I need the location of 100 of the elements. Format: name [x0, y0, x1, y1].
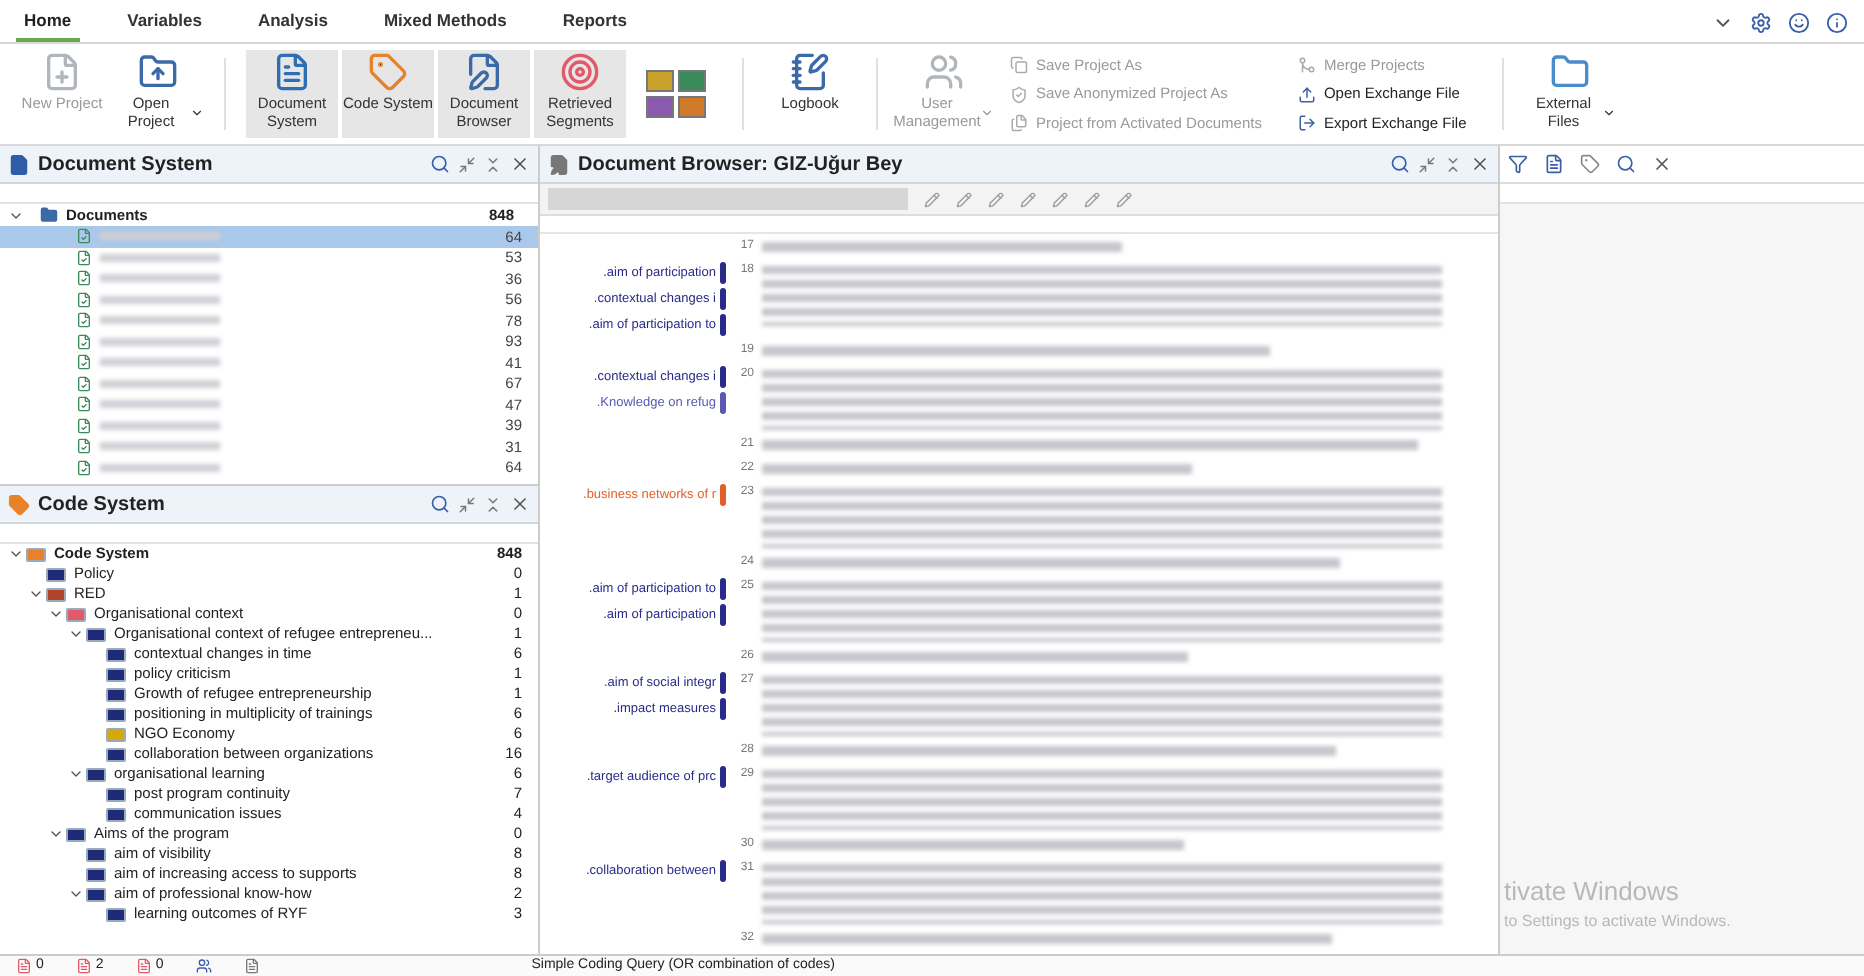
caret-icon [1602, 105, 1617, 119]
filter-icon[interactable] [1508, 154, 1528, 174]
search-icon[interactable] [1616, 154, 1636, 174]
coding-stripe[interactable] [720, 672, 726, 694]
chevron-icon[interactable] [28, 586, 44, 602]
document-icon [76, 375, 92, 392]
close-icon[interactable] [510, 154, 530, 174]
ribbon-icon [138, 52, 178, 92]
collapse-icon[interactable] [484, 495, 502, 513]
coding-stripe[interactable] [720, 314, 726, 336]
chevron-icon[interactable] [48, 826, 64, 842]
coding-stripe[interactable] [720, 392, 726, 414]
pane-title: Document System [38, 151, 213, 179]
collapse-icon[interactable] [1444, 155, 1462, 173]
ribbon-icon [272, 52, 312, 92]
caret-icon [980, 105, 995, 119]
ribbon-icon [790, 52, 830, 92]
document-icon [76, 312, 92, 329]
chevron-icon[interactable] [68, 886, 84, 902]
coding-stripe[interactable] [720, 578, 726, 600]
pane-icon [8, 493, 30, 515]
info-icon[interactable] [1826, 12, 1848, 34]
ribbon-tab[interactable]: Analysis [249, 8, 336, 42]
ribbon-small-icon [1010, 85, 1028, 103]
close-icon[interactable] [510, 494, 530, 514]
document-icon[interactable] [1544, 154, 1564, 174]
document-icon [76, 396, 92, 413]
ribbon-tab[interactable]: Variables [119, 8, 210, 42]
pen-icon[interactable] [1020, 191, 1036, 207]
pen-icon[interactable] [1084, 191, 1100, 207]
blurred-name [100, 379, 220, 388]
document-icon [76, 270, 92, 287]
chevron-icon[interactable] [8, 546, 24, 562]
document-icon [76, 417, 92, 434]
pen-icon[interactable] [956, 191, 972, 207]
blurred-name [100, 442, 220, 451]
smiley-icon[interactable] [1788, 12, 1810, 34]
ribbon-tab[interactable]: Mixed Methods [375, 8, 515, 42]
blurred-name [100, 421, 220, 430]
settings-icon[interactable] [1750, 12, 1772, 34]
pane-icon [8, 153, 30, 175]
ribbon-small-icon [1297, 113, 1316, 132]
document-icon [76, 354, 92, 371]
pen-icon[interactable] [1052, 191, 1068, 207]
ribbon-small-icon [1297, 56, 1316, 75]
ribbon-icon [42, 52, 82, 92]
ribbon-small-icon [1297, 85, 1316, 103]
coding-stripe[interactable] [720, 288, 726, 310]
ribbon-small-icon [1010, 56, 1028, 75]
folder-icon [40, 206, 58, 224]
coding-stripe[interactable] [720, 766, 726, 788]
document-icon [76, 249, 92, 266]
blurred-name [100, 316, 220, 325]
pane-title: Document Browser: GIZ-Uğur Bey [578, 151, 903, 179]
blurred-name [100, 274, 220, 283]
pen-icon[interactable] [988, 191, 1004, 207]
filter-field[interactable] [1500, 184, 1864, 204]
ribbon-icon [1550, 52, 1591, 92]
search-icon[interactable] [430, 154, 450, 174]
document-icon [76, 291, 92, 308]
users-icon [195, 958, 212, 974]
document-icon [76, 333, 92, 350]
search-icon[interactable] [430, 494, 450, 514]
blurred-name [100, 295, 220, 304]
coding-stripe[interactable] [720, 262, 726, 284]
chevron-icon[interactable] [68, 766, 84, 782]
coding-stripe[interactable] [720, 366, 726, 388]
combo-field[interactable] [548, 188, 908, 210]
undock-icon[interactable] [1418, 155, 1436, 173]
coding-stripe[interactable] [720, 604, 726, 626]
chevron-icon[interactable] [68, 626, 84, 642]
blurred-name [100, 358, 220, 367]
coding-stripe[interactable] [720, 860, 726, 882]
close-icon[interactable] [1470, 154, 1490, 174]
chevron-icon[interactable] [48, 606, 64, 622]
ribbon-icon [924, 52, 964, 92]
tag-icon[interactable] [1580, 154, 1600, 174]
close-icon[interactable] [1652, 154, 1672, 174]
blurred-name [100, 337, 220, 346]
ribbon-icon [464, 52, 504, 92]
ribbon-tab[interactable]: Home [16, 8, 80, 42]
document-icon [76, 438, 92, 455]
ribbon-small-icon [1010, 113, 1028, 132]
pane-title: Code System [38, 491, 165, 519]
undock-icon[interactable] [458, 495, 476, 513]
activation-title: tivate Windows [1504, 873, 1681, 909]
undock-icon[interactable] [458, 155, 476, 173]
ribbon-tab[interactable]: Reports [554, 8, 635, 42]
activation-message: to Settings to activate Windows. [1504, 910, 1731, 934]
search-icon[interactable] [1390, 154, 1410, 174]
blurred-name [100, 400, 220, 409]
blurred-name [100, 253, 220, 262]
pen-icon[interactable] [1116, 191, 1132, 207]
ribbon-icon [368, 52, 408, 92]
collapse-icon[interactable] [484, 155, 502, 173]
coding-stripe[interactable] [720, 698, 726, 720]
caret-icon [190, 105, 204, 119]
pane-icon [548, 153, 570, 175]
document-icon [243, 958, 260, 974]
pen-icon[interactable] [924, 191, 940, 207]
